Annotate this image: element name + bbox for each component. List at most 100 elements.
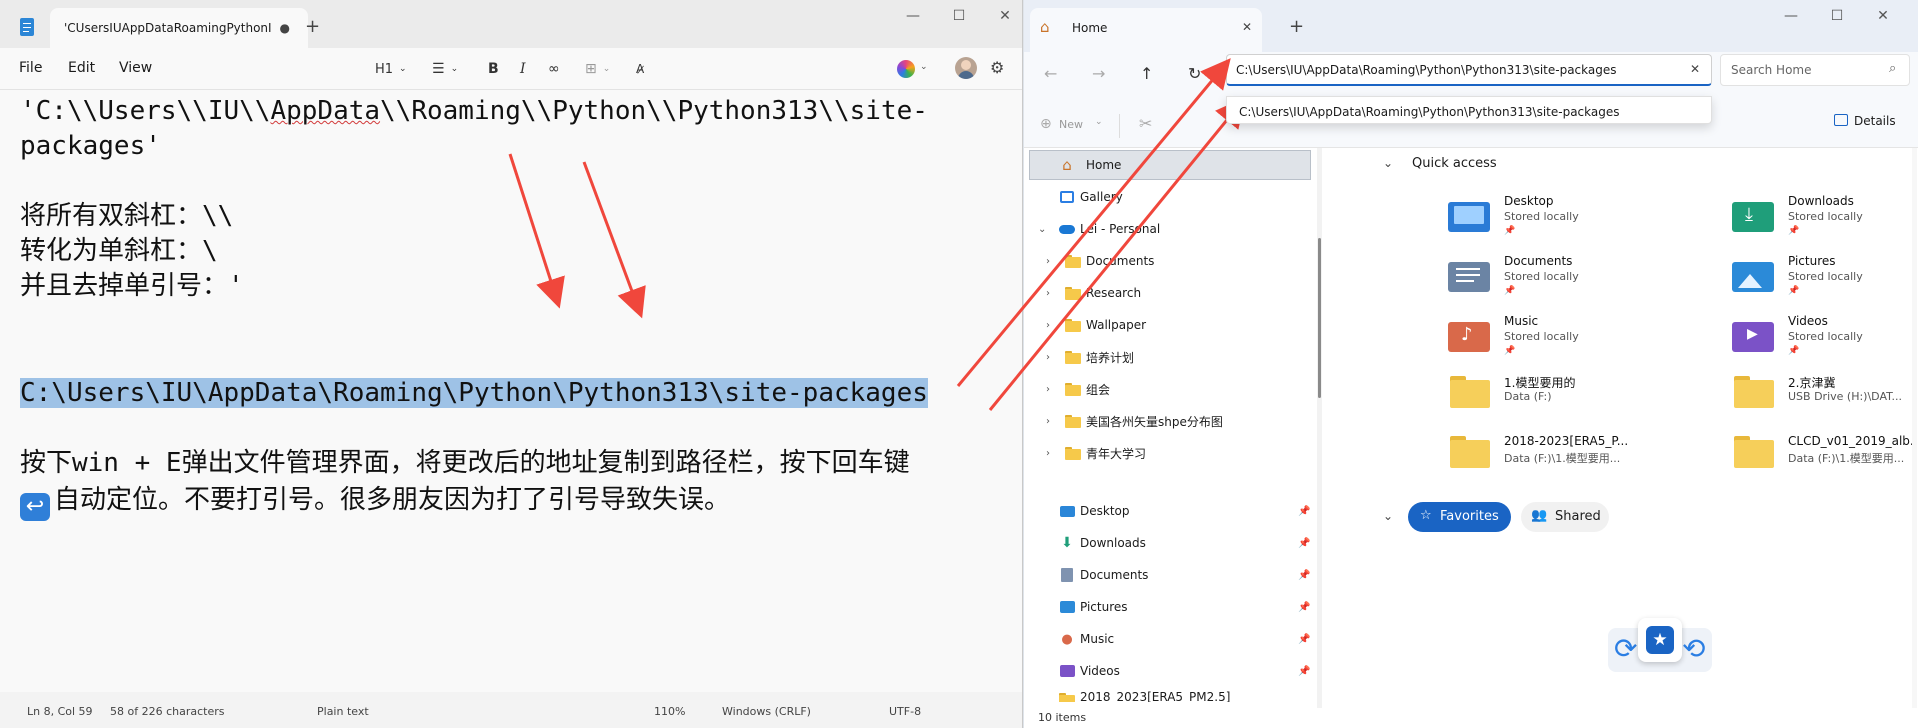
back-arrow-icon[interactable]: ← [1044, 64, 1057, 83]
folder-icon [1064, 380, 1082, 398]
quick-access-heading[interactable]: Quick access [1412, 156, 1497, 171]
quick-access-item-videos[interactable]: ▶ Videos Stored locally 📌 [1730, 308, 1918, 368]
nav-item-folder[interactable]: › 培养计划 [1024, 342, 1314, 372]
nav-item-onedrive[interactable]: ⌄ Lei - Personal [1024, 214, 1314, 244]
quick-access-item-folder[interactable]: CLCD_v01_2019_alb... Data (F:)\1.模型要用... [1730, 428, 1918, 488]
document-icon [1058, 566, 1076, 584]
quick-access-item-folder[interactable]: 2018-2023[ERA5_P... Data (F:)\1.模型要用... [1446, 428, 1706, 488]
clear-format-button[interactable]: A̷ [636, 58, 644, 80]
refresh-icon[interactable]: ↻ [1188, 64, 1201, 83]
nav-item-pinned-documents[interactable]: Documents 📌 [1024, 560, 1314, 590]
text-line-selected: C:\Users\IU\AppData\Roaming\Python\Pytho… [20, 376, 928, 411]
shared-label: Shared [1555, 509, 1601, 524]
new-tab-button[interactable]: + [305, 16, 320, 37]
search-input[interactable]: Search Home [1731, 63, 1811, 77]
close-button[interactable]: ✕ [1860, 0, 1906, 32]
folder-icon [1064, 252, 1082, 270]
forward-arrow-icon[interactable]: → [1092, 64, 1105, 83]
nav-item-folder[interactable]: › Wallpaper [1024, 310, 1314, 340]
nav-item-gallery-label: Gallery [1080, 190, 1123, 204]
maximize-button[interactable]: ☐ [1814, 0, 1860, 32]
downloads-folder-icon: ⤓ [1730, 196, 1776, 236]
chevron-down-icon[interactable]: ⌄ [1383, 509, 1393, 523]
italic-button[interactable]: I [520, 58, 526, 80]
shared-pill[interactable]: 👥 Shared [1521, 502, 1609, 532]
nav-item-pinned-pictures[interactable]: Pictures 📌 [1024, 592, 1314, 622]
star-icon: ☆ [1420, 508, 1432, 523]
navigation-pane: ⌂ Home Gallery ⌄ Lei - Personal › Documen… [1024, 148, 1324, 708]
nav-item-partial[interactable]: 2018_2023[ERA5_PM2.5] [1024, 688, 1314, 702]
table-dropdown[interactable]: ⊞ ⌄ [585, 58, 610, 80]
quick-access-item-folder[interactable]: 1.模型要用的 Data (F:) [1446, 368, 1706, 428]
clear-address-icon[interactable]: ✕ [1690, 62, 1700, 76]
nav-item-folder[interactable]: › 组会 [1024, 374, 1314, 404]
menu-file[interactable]: File [19, 60, 42, 76]
bold-button[interactable]: B [488, 58, 499, 80]
chevron-down-icon[interactable]: ⌄ [1383, 156, 1393, 170]
nav-scrollbar-thumb[interactable] [1318, 238, 1321, 398]
close-button[interactable]: ✕ [982, 0, 1022, 32]
heading-dropdown[interactable]: H1 ⌄ [375, 58, 407, 80]
menu-view[interactable]: View [119, 60, 152, 76]
pin-icon: 📌 [1298, 569, 1311, 581]
status-line-ending[interactable]: Windows (CRLF) [722, 705, 811, 718]
desktop-icon [1058, 502, 1076, 520]
music-icon: ● [1061, 631, 1073, 647]
quick-access-item-documents[interactable]: Documents Stored locally 📌 [1446, 248, 1706, 308]
nav-pinned-label: Documents [1080, 568, 1149, 582]
status-encoding[interactable]: UTF-8 [889, 705, 921, 718]
notepad-tab[interactable]: 'CUsersIUAppDataRoamingPythonI ● [50, 8, 308, 48]
pin-icon: 📌 [1788, 346, 1800, 356]
minimize-button[interactable]: — [890, 0, 936, 32]
new-button[interactable]: New [1059, 118, 1083, 131]
quick-access-sub: Data (F:)\1.模型要用... [1788, 452, 1905, 465]
nav-item-folder[interactable]: › 青年大学习 [1024, 438, 1314, 468]
copilot-icon[interactable] [897, 60, 915, 78]
status-zoom[interactable]: 110% [654, 705, 685, 718]
link-button[interactable]: ∞ [548, 58, 560, 80]
spellcheck-word: AppData [270, 96, 381, 126]
nav-item-pinned-videos[interactable]: Videos 📌 [1024, 656, 1314, 686]
quick-access-item-downloads[interactable]: ⤓ Downloads Stored locally 📌 [1730, 188, 1918, 248]
quick-access-item-desktop[interactable]: Desktop Stored locally 📌 [1446, 188, 1706, 248]
nav-item-folder[interactable]: › Research [1024, 278, 1314, 308]
up-arrow-icon[interactable]: ↑ [1140, 64, 1153, 83]
quick-access-item-folder[interactable]: 2.京津冀 USB Drive (H:)\DAT... [1730, 368, 1918, 428]
pin-icon: 📌 [1298, 505, 1311, 517]
nav-item-pinned-downloads[interactable]: ⬇ Downloads 📌 [1024, 528, 1314, 558]
download-icon: ⬇ [1061, 535, 1073, 551]
main-scrollbar[interactable] [1912, 148, 1917, 708]
nav-item-home[interactable]: ⌂ Home [1029, 150, 1311, 180]
nav-item-pinned-music[interactable]: ● Music 📌 [1024, 624, 1314, 654]
settings-gear-icon[interactable]: ⚙ [990, 58, 1004, 77]
details-button[interactable]: Details [1854, 114, 1896, 128]
search-box[interactable]: Search Home ⌕ [1720, 54, 1910, 86]
maximize-button[interactable]: ☐ [936, 0, 982, 32]
address-input[interactable]: C:\Users\IU\AppData\Roaming\Python\Pytho… [1236, 63, 1617, 77]
nav-item-pinned-desktop[interactable]: Desktop 📌 [1024, 496, 1314, 526]
clear-format-icon: A̷ [636, 62, 645, 76]
list-dropdown[interactable]: ☰ ⌄ [432, 58, 458, 80]
nav-item-folder[interactable]: › 美国各州矢量shpe分布图 [1024, 406, 1314, 436]
quick-access-item-pictures[interactable]: Pictures Stored locally 📌 [1730, 248, 1918, 308]
favorites-pill[interactable]: ☆ Favorites [1408, 502, 1511, 532]
explorer-tab-home[interactable]: ⌂ Home ✕ [1030, 8, 1262, 52]
quick-access-sub: Stored locally [1504, 330, 1579, 343]
close-tab-icon[interactable]: ✕ [1242, 20, 1252, 34]
nav-item-gallery[interactable]: Gallery [1024, 182, 1314, 212]
new-tab-button[interactable]: + [1289, 16, 1304, 37]
menu-edit[interactable]: Edit [68, 60, 95, 76]
notepad-text-area[interactable]: 'C:\\Users\\IU\\AppData\\Roaming\\Python… [0, 90, 1022, 692]
avatar[interactable] [955, 57, 977, 79]
status-position: Ln 8, Col 59 [27, 705, 93, 718]
minimize-button[interactable]: — [1768, 0, 1814, 32]
nav-scrollbar[interactable] [1317, 148, 1322, 708]
quick-access-item-music[interactable]: ♪ Music Stored locally 📌 [1446, 308, 1706, 368]
address-bar[interactable]: C:\Users\IU\AppData\Roaming\Python\Pytho… [1226, 54, 1712, 86]
music-folder-icon: ♪ [1446, 316, 1492, 356]
quick-access-sub: USB Drive (H:)\DAT... [1788, 390, 1903, 403]
address-suggestion-item[interactable]: C:\Users\IU\AppData\Roaming\Python\Pytho… [1239, 105, 1620, 119]
nav-item-folder[interactable]: › Documents [1024, 246, 1314, 276]
quick-access-name: 1.模型要用的 [1504, 376, 1576, 390]
cut-icon[interactable]: ✂ [1139, 114, 1152, 133]
